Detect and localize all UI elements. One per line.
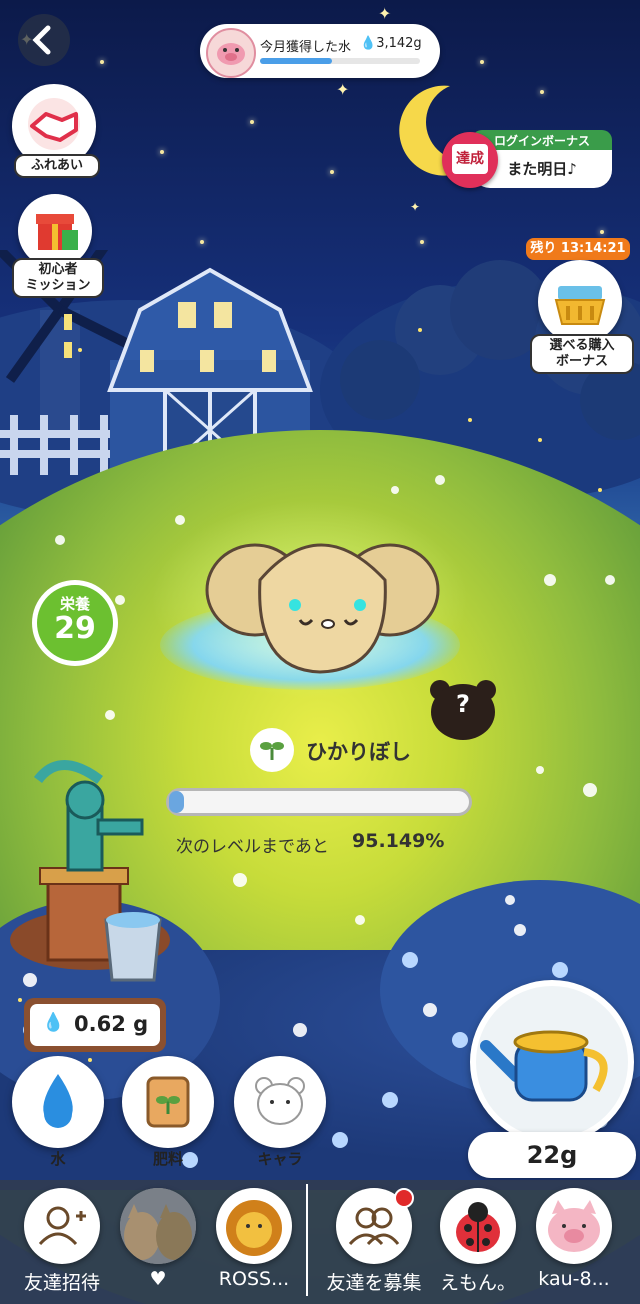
water-button[interactable]	[12, 1056, 104, 1148]
character-button[interactable]	[234, 1056, 326, 1148]
watering-can-button[interactable]	[470, 980, 634, 1144]
water-drop-icon: 💧	[42, 1012, 65, 1033]
watering-amount: 22g	[468, 1132, 636, 1178]
invite-friend-label: 友達招待	[23, 1272, 100, 1294]
purchase-bonus-label: 選べる購入 ボーナス	[530, 334, 634, 374]
water-stock-inner: 💧 0.62 g	[30, 1004, 160, 1046]
notification-dot	[394, 1188, 414, 1208]
lion-avatar-icon	[226, 1200, 282, 1256]
character-button-label: キャラ	[257, 1150, 303, 1168]
achieved-badge: 達成	[442, 132, 498, 188]
character-bear-icon	[255, 1077, 305, 1125]
nutrition-value: 29	[54, 611, 96, 646]
chevron-left-icon	[32, 25, 51, 55]
monthly-water-bar	[260, 58, 420, 64]
back-button[interactable]	[18, 14, 70, 66]
game-scene: ✦ ✦ ✦ ✦	[0, 0, 640, 1304]
fureai-label: ふれあい	[14, 154, 100, 178]
add-friend-icon	[38, 1206, 86, 1246]
watering-can-icon	[480, 1030, 608, 1102]
monthly-water-bar-fill	[260, 58, 332, 64]
fertilizer-button-label: 肥料	[152, 1150, 183, 1168]
water-button-label: 水	[50, 1150, 66, 1168]
purchase-bonus-button[interactable]	[538, 260, 622, 344]
character-sprite[interactable]	[200, 520, 450, 690]
character-name: ひかりぼし	[306, 740, 411, 764]
achieved-badge-text: 達成	[452, 144, 488, 174]
fertilizer-icon	[146, 1076, 190, 1128]
monthly-water-panel[interactable]: 今月獲得した水 💧3,142g	[200, 24, 440, 78]
mystery-character[interactable]: ?	[428, 678, 498, 740]
monthly-water-value: 3,142g	[376, 36, 422, 51]
water-stock-panel: 💧 0.62 g	[24, 998, 166, 1052]
friend-name-cats: ♥	[149, 1268, 167, 1290]
monthly-water-label: 今月獲得した水	[260, 40, 352, 55]
next-level-value: 95.149%	[352, 830, 445, 852]
nutrition-inner: 栄養 29	[37, 585, 113, 661]
water-stock-value: 0.62 g	[74, 1012, 149, 1036]
monthly-water-value-wrap: 💧3,142g	[360, 36, 422, 51]
friend-name-ladybug: えもん。	[439, 1272, 516, 1294]
purchase-bonus-label-line2: ボーナス	[555, 354, 608, 369]
beginner-mission-button[interactable]	[18, 194, 92, 268]
sprout-icon	[250, 728, 294, 772]
friend-name-lion: ROSS...	[218, 1268, 290, 1290]
ladybug-avatar-icon	[456, 1202, 500, 1252]
level-progress-bar	[166, 788, 472, 816]
pig-badge-icon	[206, 28, 256, 78]
friends-bar: 友達招待 ♥ ROSS... 友達を募集 えもん。 kau-8...	[0, 1180, 640, 1304]
friend-name-pig: kau-8...	[538, 1268, 610, 1290]
purchase-bonus-label-line1: 選べる購入	[549, 338, 615, 353]
fertilizer-button[interactable]	[122, 1056, 214, 1148]
water-pump[interactable]	[10, 740, 200, 1000]
nutrition-badge[interactable]: 栄養 29	[32, 580, 118, 666]
login-bonus-panel[interactable]: ログインボーナス また明日♪ 達成	[442, 130, 612, 190]
beginner-mission-label: 初心者 ミッション	[12, 258, 104, 298]
invite-friend-button[interactable]	[24, 1188, 100, 1264]
friend-avatar-cats[interactable]	[120, 1188, 196, 1264]
water-drop-icon: 💧	[360, 36, 377, 51]
friend-avatar-ladybug[interactable]	[440, 1188, 516, 1264]
beginner-mission-label-line2: ミッション	[25, 278, 91, 293]
basket-icon	[554, 286, 606, 325]
cats-avatar-icon	[120, 1188, 196, 1264]
friends-divider	[306, 1184, 308, 1296]
gift-icon	[36, 214, 78, 250]
beginner-mission-label-line1: 初心者	[38, 262, 78, 277]
mystery-mark: ?	[456, 690, 470, 718]
friend-avatar-lion[interactable]	[216, 1188, 292, 1264]
friend-avatar-pig[interactable]	[536, 1188, 612, 1264]
purchase-bonus-timer: 残り 13:14:21	[526, 238, 630, 260]
pig-avatar-icon	[548, 1200, 600, 1252]
recruit-friends-label: 友達を募集	[326, 1272, 422, 1294]
water-drop-icon	[43, 1074, 73, 1128]
